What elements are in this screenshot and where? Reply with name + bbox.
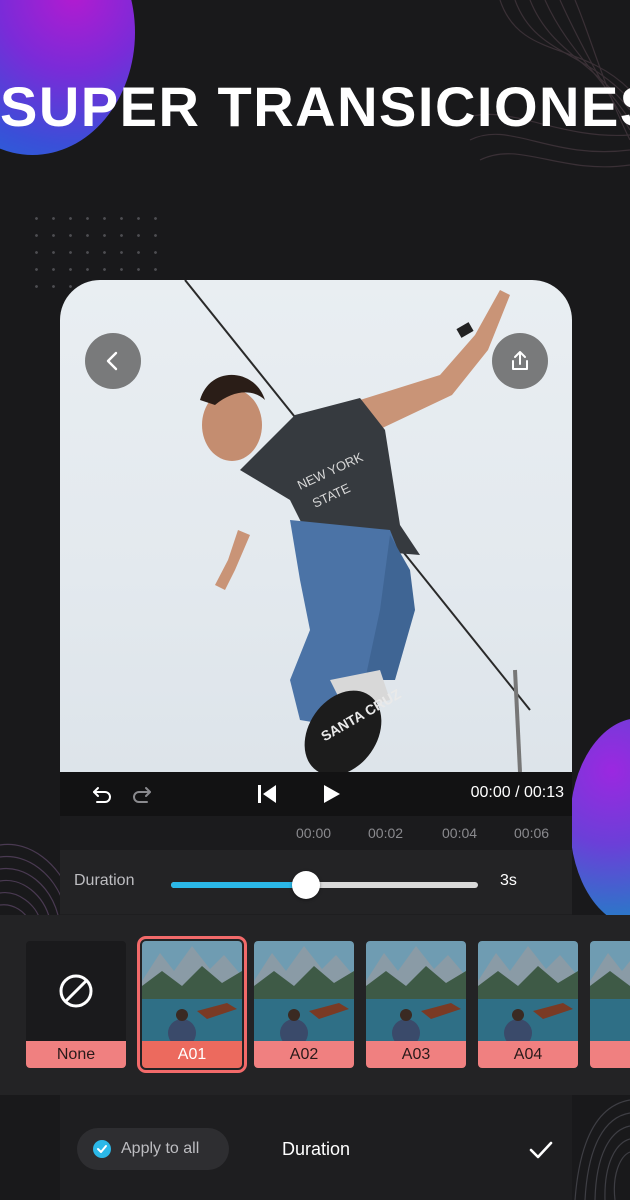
decorative-wave-lines-right [574, 1099, 630, 1200]
redo-button[interactable] [126, 772, 158, 816]
ruler-tick: 00:04 [442, 825, 478, 841]
transition-partial[interactable] [590, 941, 630, 1068]
transition-label [590, 1041, 630, 1068]
lake-thumbnail [590, 941, 630, 1041]
skip-to-start-button[interactable] [250, 772, 284, 816]
lake-thumbnail [254, 941, 354, 1041]
confirm-check-icon [529, 1141, 553, 1159]
duration-slider-fill [171, 882, 307, 888]
play-icon [324, 785, 340, 803]
transition-label: A01 [142, 1041, 242, 1068]
time-display: 00:00 / 00:13 [470, 784, 564, 801]
lake-thumbnail [142, 941, 242, 1041]
check-icon [93, 1140, 111, 1158]
lake-thumbnail [478, 941, 578, 1041]
transition-strip: None A01 A02 A03 A04 [0, 915, 630, 1095]
transition-label: None [26, 1041, 126, 1068]
panel-title: Duration [282, 1139, 351, 1159]
ruler-tick: 00:00 [296, 825, 332, 841]
share-icon [512, 351, 528, 370]
bottom-bar: Apply to all Duration [60, 1095, 572, 1200]
transition-a03[interactable]: A03 [366, 941, 466, 1068]
apply-to-all-toggle[interactable]: Apply to all [77, 1128, 229, 1170]
share-button[interactable] [492, 333, 548, 389]
transition-a02[interactable]: A02 [254, 941, 354, 1068]
ruler-tick: 00:02 [368, 825, 404, 841]
undo-button[interactable] [86, 772, 118, 816]
undo-icon [93, 787, 111, 803]
back-icon [106, 351, 118, 371]
duration-slider-thumb[interactable] [292, 871, 321, 899]
duration-slider[interactable] [171, 871, 478, 899]
transition-label: A03 [366, 1041, 466, 1068]
transition-label: A04 [478, 1041, 578, 1068]
duration-control: Duration 3s [60, 850, 572, 914]
confirm-button[interactable] [526, 1135, 556, 1165]
transition-a04[interactable]: A04 [478, 941, 578, 1068]
redo-icon [133, 787, 151, 803]
lake-thumbnail [366, 941, 466, 1041]
transition-a01[interactable]: A01 [137, 936, 247, 1073]
play-button[interactable] [314, 772, 348, 816]
ruler-tick: 00:06 [514, 825, 550, 841]
back-button[interactable] [85, 333, 141, 389]
transition-label: A02 [254, 1041, 354, 1068]
video-preview[interactable]: NEW YORK STATE SANTA CRUZ [60, 280, 572, 772]
transition-none-preview [26, 941, 126, 1041]
duration-label: Duration [74, 872, 135, 889]
decorative-gradient-orb-right [570, 718, 630, 928]
playback-controls: 00:00 / 00:13 [60, 772, 572, 816]
skip-start-icon [258, 785, 276, 803]
duration-value: 3s [500, 872, 517, 889]
apply-to-all-label: Apply to all [121, 1140, 200, 1157]
timeline-ruler[interactable]: 00:00 00:02 00:04 00:06 [60, 816, 572, 850]
none-icon [59, 974, 93, 1008]
transition-none[interactable]: None [26, 941, 126, 1068]
promo-headline: SUPER TRANSICIONES [0, 75, 630, 138]
app-screen: SUPER TRANSICIONES NEW YORK STATE SANTA … [0, 0, 630, 1200]
